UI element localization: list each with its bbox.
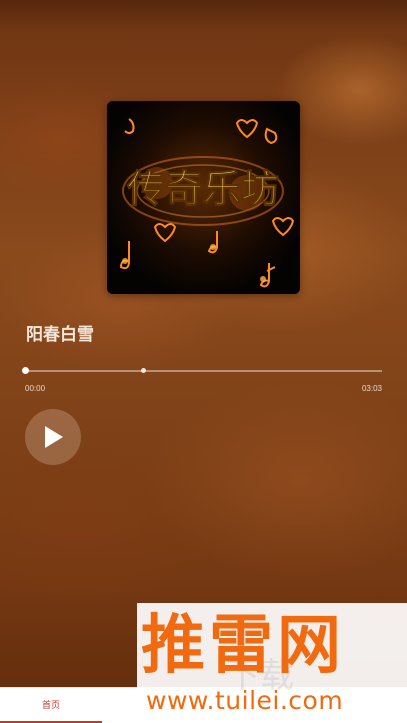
album-cover: 传奇乐坊: [107, 101, 300, 294]
status-bar-shade: [0, 0, 407, 30]
album-art-title: 传奇乐坊: [126, 166, 279, 211]
buffer-marker: [140, 368, 146, 373]
song-title: 阳春白雪: [26, 325, 94, 344]
watermark-logo: 推雷网: [141, 609, 345, 683]
tab-home[interactable]: 首页: [0, 688, 102, 723]
tab-home-label: 首页: [41, 700, 60, 710]
play-button[interactable]: [25, 409, 81, 465]
progress-thumb[interactable]: [22, 367, 29, 374]
total-time: 03:03: [361, 384, 382, 393]
play-icon: [45, 426, 63, 448]
progress-bar[interactable]: [22, 367, 382, 374]
album-art-image: 传奇乐坊: [107, 101, 300, 294]
current-time: 00:00: [25, 384, 46, 393]
watermark-url: www.tuilei.com: [146, 686, 344, 715]
